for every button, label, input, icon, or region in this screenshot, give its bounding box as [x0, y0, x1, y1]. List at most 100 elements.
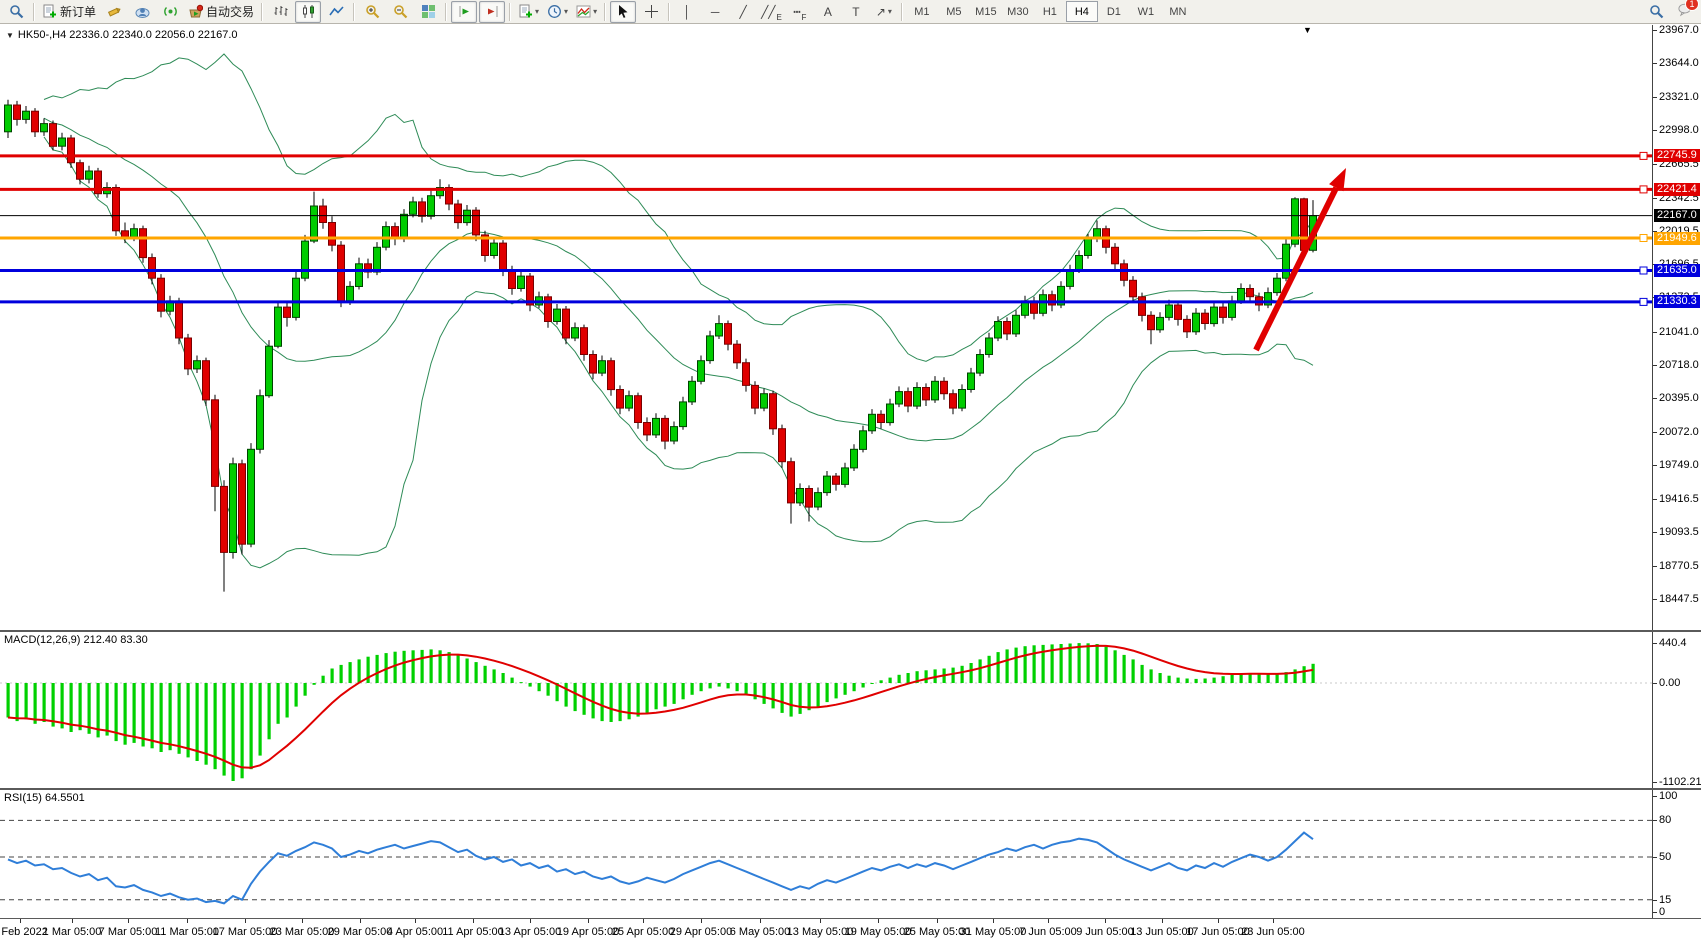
price-tick-label: 18770.5	[1659, 560, 1699, 572]
chart-shift-button[interactable]	[479, 1, 505, 23]
time-tick	[20, 919, 21, 923]
time-axis-label: 23 Jun 05:00	[1241, 926, 1305, 938]
price-tick-label: 20395.0	[1659, 392, 1699, 404]
vline-tool-button[interactable]: │	[674, 1, 700, 23]
main-toolbar: 新订单自动交易▾▾▾│─╱╱╱E┅FAT↗▾ M1M5M15M30H1H4D1W…	[0, 0, 1701, 24]
new-chart-button[interactable]: ▾	[515, 1, 542, 23]
tile-windows-button[interactable]	[415, 1, 441, 23]
metaeditor-button[interactable]	[101, 1, 127, 23]
line-chart-mode-button[interactable]	[323, 1, 349, 23]
price-tick-label: 19416.5	[1659, 493, 1699, 505]
fibonacci-tool-button[interactable]: ┅F	[787, 1, 813, 23]
price-tick	[1653, 499, 1657, 500]
resistance-line-2-handle[interactable]	[1640, 186, 1647, 193]
channel-tool-sublabel: E	[777, 13, 782, 22]
timeframe-mn-button[interactable]: MN	[1162, 1, 1194, 22]
price-tick	[1653, 566, 1657, 567]
search-button[interactable]	[1643, 1, 1669, 23]
support-line-1-handle[interactable]	[1640, 267, 1647, 274]
mql5-community-button[interactable]	[129, 1, 155, 23]
candle-up	[401, 214, 408, 239]
signals-icon	[163, 4, 178, 19]
candle-up	[1067, 270, 1074, 287]
periods-menu-button[interactable]: ▾	[544, 1, 571, 23]
indicators-menu-button[interactable]: ▾	[573, 1, 600, 23]
symbol-search-button[interactable]	[3, 1, 29, 23]
pivot-line-handle[interactable]	[1640, 235, 1647, 242]
price-chart-pane[interactable]: ▼ HK50-,H4 22336.0 22340.0 22056.0 22167.…	[0, 25, 1701, 630]
zoom-out-button[interactable]	[387, 1, 413, 23]
bar-chart-mode-button[interactable]	[267, 1, 293, 23]
search-icon	[1649, 4, 1664, 19]
rsi-tick	[1653, 900, 1657, 901]
candle-down	[788, 462, 795, 503]
price-chart-plot[interactable]	[0, 25, 1652, 630]
rsi-line	[8, 833, 1313, 904]
auto-scroll-button[interactable]	[451, 1, 477, 23]
hline-tool-button[interactable]: ─	[702, 1, 728, 23]
candle-up	[410, 202, 417, 214]
autotrading-button[interactable]: 自动交易	[185, 1, 257, 23]
rsi-tick-label: 50	[1659, 851, 1671, 863]
timeframe-m1-button[interactable]: M1	[906, 1, 938, 22]
channel-tool-button[interactable]: ╱╱E	[758, 1, 785, 23]
timeframe-h4-button[interactable]: H4	[1066, 1, 1098, 22]
trendline-tool-button[interactable]: ╱	[730, 1, 756, 23]
time-axis[interactable]: 3 Feb 20221 Mar 05:007 Mar 05:0011 Mar 0…	[0, 919, 1701, 945]
candlestick-mode-button[interactable]	[295, 1, 321, 23]
crosshair-tool-button[interactable]	[638, 1, 664, 23]
zoom-in-button[interactable]	[359, 1, 385, 23]
collapse-arrow-icon[interactable]: ▼	[6, 31, 14, 40]
candle-up	[194, 361, 201, 369]
macd-axis[interactable]: 440.40.00-1102.21	[1652, 632, 1701, 788]
signals-button[interactable]	[157, 1, 183, 23]
timeframe-m5-button[interactable]: M5	[938, 1, 970, 22]
text-label-tool-icon: T	[852, 6, 859, 18]
candle-up	[698, 361, 705, 382]
time-tick	[72, 919, 73, 923]
candle-down	[500, 243, 507, 270]
resistance-line-1-handle[interactable]	[1640, 152, 1647, 159]
timeframe-h1-button[interactable]: H1	[1034, 1, 1066, 22]
time-axis-label: 29 Apr 05:00	[670, 926, 732, 938]
candle-down	[338, 245, 345, 301]
candle-down	[563, 309, 570, 338]
timeframe-m30-button[interactable]: M30	[1002, 1, 1034, 22]
chat-button[interactable]: 1	[1678, 2, 1693, 22]
time-axis-label: 13 Jun 05:00	[1130, 926, 1194, 938]
toolbar-separator	[445, 3, 447, 21]
macd-pane[interactable]: MACD(12,26,9) 212.40 83.30 440.40.00-110…	[0, 632, 1701, 788]
new-order-button[interactable]: 新订单	[39, 1, 99, 23]
zoom-in-icon	[365, 4, 380, 19]
timeframe-m15-button[interactable]: M15	[970, 1, 1002, 22]
rsi-plot[interactable]	[0, 790, 1652, 918]
support-line-2-handle[interactable]	[1640, 298, 1647, 305]
arrows-tool-button[interactable]: ↗▾	[871, 1, 897, 23]
candle-up	[1157, 317, 1164, 329]
autotrading-label: 自动交易	[206, 3, 254, 20]
time-tick	[1105, 919, 1106, 923]
time-axis-label: 3 Feb 2022	[0, 926, 48, 938]
time-axis-label: 19 Apr 05:00	[557, 926, 619, 938]
rsi-pane[interactable]: RSI(15) 64.5501 1008050150	[0, 790, 1701, 918]
symbol-ohlc-text: HK50-,H4 22336.0 22340.0 22056.0 22167.0	[18, 29, 238, 41]
candle-up	[248, 449, 255, 544]
macd-plot[interactable]	[0, 632, 1652, 788]
rsi-tick-label: 100	[1659, 790, 1677, 802]
timeframe-d1-button[interactable]: D1	[1098, 1, 1130, 22]
cursor-tool-button[interactable]	[610, 1, 636, 23]
candle-down	[752, 385, 759, 408]
text-label-tool-button[interactable]: T	[843, 1, 869, 23]
time-tick	[530, 919, 531, 923]
rsi-value: 64.5501	[45, 792, 85, 804]
candle-up	[1238, 289, 1245, 301]
candle-down	[329, 223, 336, 246]
text-tool-button[interactable]: A	[815, 1, 841, 23]
price-axis[interactable]: 23967.023644.023321.022998.022665.522342…	[1652, 25, 1701, 630]
price-tick	[1653, 532, 1657, 533]
timeframe-w1-button[interactable]: W1	[1130, 1, 1162, 22]
candle-up	[491, 243, 498, 255]
macd-title: MACD(12,26,9)	[4, 634, 80, 646]
rsi-axis[interactable]: 1008050150	[1652, 790, 1701, 918]
macd-signal-line	[8, 646, 1313, 768]
